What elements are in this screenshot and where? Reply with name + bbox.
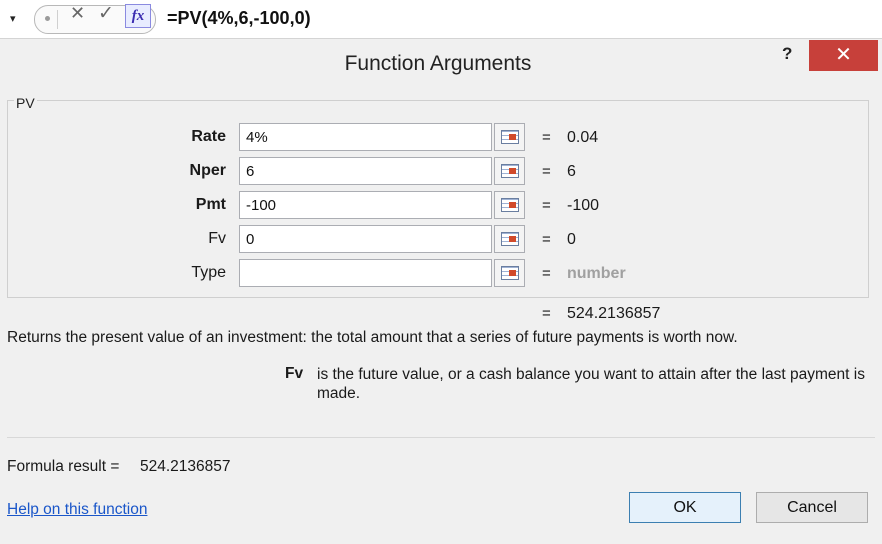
arg-result: 0: [567, 231, 576, 248]
arg-result: 6: [567, 163, 576, 180]
collapse-dialog-button[interactable]: [494, 191, 525, 219]
arg-result: number: [567, 265, 626, 282]
divider: [7, 437, 875, 438]
function-description: Returns the present value of an investme…: [7, 329, 738, 346]
collapse-dialog-button[interactable]: [494, 225, 525, 253]
arg-result: 0.04: [567, 129, 599, 146]
help-on-function-link[interactable]: Help on this function: [7, 501, 147, 519]
dialog-title: Function Arguments: [344, 52, 532, 75]
arg-label: Pmt: [195, 196, 226, 213]
rate-input[interactable]: [239, 123, 492, 151]
formula-result-label: Formula result =: [7, 458, 120, 475]
nper-input[interactable]: [239, 157, 492, 185]
arg-row-pmt: Pmt = -100: [0, 191, 882, 221]
ok-button[interactable]: OK: [629, 492, 741, 523]
equals-sign: =: [542, 129, 551, 146]
range-select-icon: [501, 130, 519, 144]
grip-icon: [45, 16, 50, 21]
arg-label: Fv: [208, 230, 226, 247]
name-box-dropdown-icon[interactable]: ▾: [10, 12, 16, 25]
function-result: 524.2136857: [567, 305, 661, 322]
range-select-icon: [501, 266, 519, 280]
range-select-icon: [501, 232, 519, 246]
help-icon[interactable]: ?: [782, 44, 792, 64]
formula-bar: ▾ ✕ ✓ fx =PV(4%,6,-100,0): [0, 0, 882, 39]
range-select-icon: [501, 198, 519, 212]
equals-sign: =: [542, 231, 551, 248]
close-button[interactable]: ✕: [809, 40, 878, 71]
arg-row-nper: Nper = 6: [0, 157, 882, 187]
collapse-dialog-button[interactable]: [494, 157, 525, 185]
current-arg-description: is the future value, or a cash balance y…: [317, 366, 865, 402]
current-arg-name: Fv: [285, 365, 304, 382]
collapse-dialog-button[interactable]: [494, 123, 525, 151]
insert-function-icon[interactable]: fx: [125, 4, 151, 28]
arg-row-type: Type = number: [0, 259, 882, 289]
equals-sign: =: [542, 197, 551, 214]
collapse-dialog-button[interactable]: [494, 259, 525, 287]
pmt-input[interactable]: [239, 191, 492, 219]
equals-sign: =: [542, 305, 551, 322]
formula-result-value: 524.2136857: [140, 458, 231, 475]
equals-sign: =: [542, 163, 551, 180]
type-input[interactable]: [239, 259, 492, 287]
arg-result: -100: [567, 197, 600, 214]
separator: [57, 10, 58, 29]
cancel-entry-icon[interactable]: ✕: [70, 3, 85, 24]
enter-entry-icon[interactable]: ✓: [98, 2, 114, 25]
arg-label: Nper: [189, 162, 226, 179]
fv-input[interactable]: [239, 225, 492, 253]
equals-sign: =: [542, 265, 551, 282]
range-select-icon: [501, 164, 519, 178]
cancel-button[interactable]: Cancel: [756, 492, 868, 523]
function-name-label: PV: [14, 95, 37, 111]
arg-label: Rate: [191, 128, 226, 145]
arg-row-rate: Rate = 0.04: [0, 123, 882, 153]
arg-row-fv: Fv = 0: [0, 225, 882, 255]
arg-label: Type: [191, 264, 226, 281]
formula-input[interactable]: =PV(4%,6,-100,0): [167, 8, 311, 29]
